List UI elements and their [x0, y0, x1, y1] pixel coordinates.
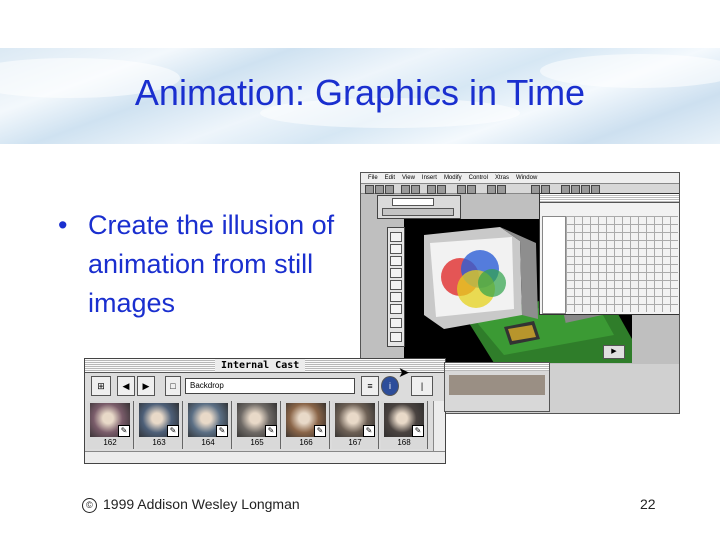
menu-bar: File Edit View Insert Modify Control Xtras Wind… [361, 173, 679, 184]
horizontal-scrollbar[interactable] [85, 451, 445, 463]
cast-grip-icon[interactable]: ⊞ [91, 376, 111, 396]
cast-member-thumbnail[interactable]: ✎ 166 [283, 401, 330, 449]
thumbnail-number: 166 [299, 438, 313, 447]
thumbnail-number: 164 [201, 438, 215, 447]
thumbnail-number: 168 [397, 438, 411, 447]
cast-window-title: Internal Cast [215, 359, 306, 372]
cast-member-thumbnail[interactable]: ✎ 163 [136, 401, 183, 449]
cast-member-thumbnail[interactable]: ✎ 162 [87, 401, 134, 449]
bitmap-type-icon: ✎ [412, 425, 424, 437]
second-cast-window [444, 362, 550, 412]
score-window [539, 193, 679, 315]
control-panel [377, 195, 461, 219]
thumbnail-number: 167 [348, 438, 362, 447]
mouse-cursor-icon: ➤ [398, 364, 410, 380]
play-button[interactable]: ▶ [603, 345, 625, 359]
bitmap-type-icon: ✎ [265, 425, 277, 437]
bitmap-type-icon: ✎ [167, 425, 179, 437]
menu-item[interactable]: File [368, 175, 378, 181]
score-titlebar [540, 194, 679, 203]
menu-item[interactable]: Xtras [495, 175, 509, 181]
cast-titlebar[interactable]: Internal Cast [85, 359, 445, 373]
info-button[interactable]: i [381, 376, 399, 396]
footer-copyright: © 1999 Addison Wesley Longman [82, 496, 300, 513]
cast-member-thumbnail[interactable]: ✎ 165 [234, 401, 281, 449]
menu-item[interactable]: Modify [444, 175, 462, 181]
script-icon[interactable]: ≡ [361, 376, 379, 396]
score-sidebar [542, 216, 566, 314]
bitmap-type-icon: ✎ [216, 425, 228, 437]
bullet-text: Create the illusion of animation from st… [88, 210, 335, 318]
thumbnail-number: 165 [250, 438, 264, 447]
menu-item[interactable]: Window [516, 175, 537, 181]
menu-item[interactable]: View [402, 175, 415, 181]
bullet-marker: • [58, 210, 68, 240]
prev-member-button[interactable]: ◀ [117, 376, 135, 396]
cast-number-field[interactable]: | [411, 376, 433, 396]
bitmap-type-icon: ✎ [314, 425, 326, 437]
menu-item[interactable]: Insert [422, 175, 437, 181]
drag-member-icon[interactable]: □ [165, 376, 181, 396]
menu-item[interactable]: Control [469, 175, 488, 181]
footer-text: 1999 Addison Wesley Longman [103, 496, 300, 512]
next-member-button[interactable]: ▶ [137, 376, 155, 396]
cast-member-thumbnail[interactable]: ✎ 167 [332, 401, 379, 449]
cast-thumbnails: ✎ 162 ✎ 163 ✎ 164 ✎ 165 ✎ 166 ✎ 167 ✎ 168 [85, 401, 433, 449]
slide-title: Animation: Graphics in Time [134, 72, 586, 113]
score-grid [566, 216, 678, 312]
bitmap-type-icon: ✎ [363, 425, 375, 437]
cast-member-thumbnail[interactable]: ✎ 168 [381, 401, 428, 449]
thumbnail-number: 163 [152, 438, 166, 447]
internal-cast-window: Internal Cast ⊞ ◀ ▶ □ Backdrop ≡ i | ✎ 16… [84, 358, 446, 464]
member-name-field[interactable]: Backdrop [185, 378, 355, 394]
tool-palette [387, 227, 405, 347]
page-number: 22 [640, 496, 656, 512]
copyright-icon: © [82, 498, 97, 513]
second-cast-titlebar [445, 363, 549, 371]
second-cast-thumbnails [449, 375, 545, 395]
cast-member-thumbnail[interactable]: ✎ 164 [185, 401, 232, 449]
menu-item[interactable]: Edit [385, 175, 395, 181]
bitmap-type-icon: ✎ [118, 425, 130, 437]
thumbnail-number: 162 [103, 438, 117, 447]
